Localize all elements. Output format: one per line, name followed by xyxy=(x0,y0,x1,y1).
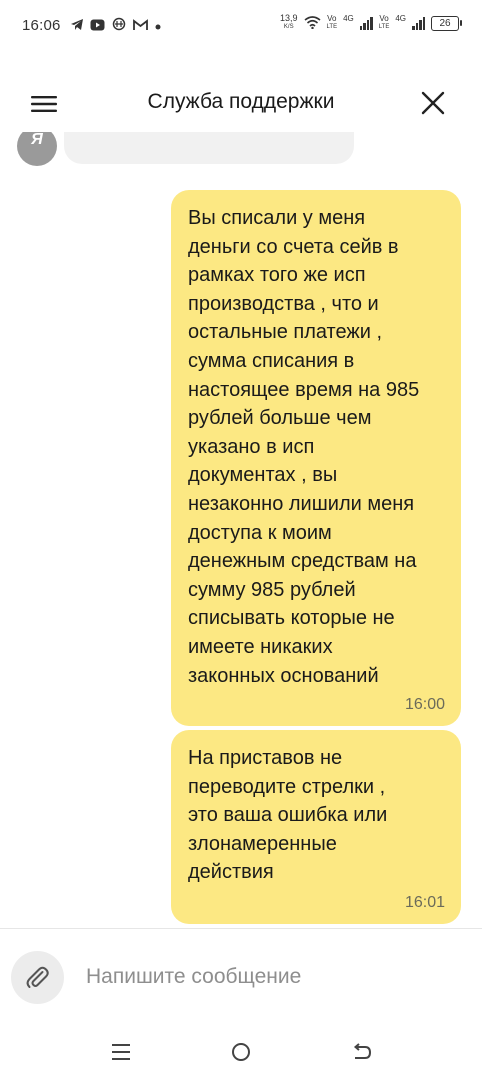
battery-level: 26 xyxy=(431,15,459,31)
status-notification-icons xyxy=(70,17,162,35)
outgoing-message-bubble[interactable]: Вы списали у меня деньги со счета сейв в… xyxy=(171,190,461,726)
system-nav-bar xyxy=(0,1024,482,1080)
sim1-volte-top: Vo xyxy=(327,14,337,23)
sim1-volte: Vo LTE xyxy=(327,14,338,32)
net-speed-value: 13,9 xyxy=(280,13,298,23)
sim2-volte: Vo LTE xyxy=(379,14,390,32)
support-avatar: Я xyxy=(17,132,57,166)
sim2-volte-top: Vo xyxy=(379,14,389,23)
message-text: На приставов не переводите стрелки , это… xyxy=(188,747,388,884)
attach-button[interactable] xyxy=(11,951,64,1004)
signal-icon xyxy=(359,16,373,30)
paperclip-icon xyxy=(26,966,49,988)
status-bar: 16:06 13,9 K/S Vo LTE 4G Vo LTE 4G 26 xyxy=(0,0,482,54)
back-icon xyxy=(353,1043,372,1059)
message-composer xyxy=(0,928,482,1024)
status-time: 16:06 xyxy=(22,17,61,34)
message-time: 16:01 xyxy=(404,894,445,911)
close-icon xyxy=(421,91,445,115)
chat-message-list[interactable]: Я Вы списали у меня деньги со счета сейв… xyxy=(0,132,482,928)
battery-icon: 26 xyxy=(431,15,462,31)
sim2-gen: 4G xyxy=(395,14,406,23)
message-input[interactable] xyxy=(86,959,456,995)
dot-icon xyxy=(154,18,162,35)
page-title: Служба поддержки xyxy=(147,90,335,113)
recent-apps-icon xyxy=(112,1044,130,1060)
net-speed: 13,9 K/S xyxy=(280,14,298,32)
app-header: Служба поддержки xyxy=(0,76,482,132)
gmail-icon xyxy=(133,18,148,35)
telegram-icon xyxy=(70,18,84,35)
outgoing-message-bubble[interactable]: На приставов не переводите стрелки , это… xyxy=(171,730,461,924)
wifi-icon xyxy=(304,15,321,31)
home-icon xyxy=(232,1043,250,1061)
incoming-message-bubble xyxy=(64,132,354,164)
net-speed-unit: K/S xyxy=(283,24,294,30)
youtube-icon xyxy=(90,18,105,35)
recent-apps-button[interactable] xyxy=(109,1040,133,1064)
message-text: Вы списали у меня деньги со счета сейв в… xyxy=(188,207,420,687)
signal-icon-2 xyxy=(412,16,425,30)
support-avatar-letter: Я xyxy=(31,132,43,148)
sim2-volte-bottom: LTE xyxy=(378,24,390,30)
message-time: 16:00 xyxy=(404,696,445,713)
home-button[interactable] xyxy=(229,1040,253,1064)
sim1-volte-bottom: LTE xyxy=(326,24,338,30)
sim1-gen: 4G xyxy=(343,14,354,23)
cryptocurrency-icon xyxy=(111,17,127,35)
status-system-icons: 13,9 K/S Vo LTE 4G Vo LTE 4G 26 xyxy=(280,14,462,32)
back-button[interactable] xyxy=(350,1040,374,1064)
close-button[interactable] xyxy=(420,90,446,116)
